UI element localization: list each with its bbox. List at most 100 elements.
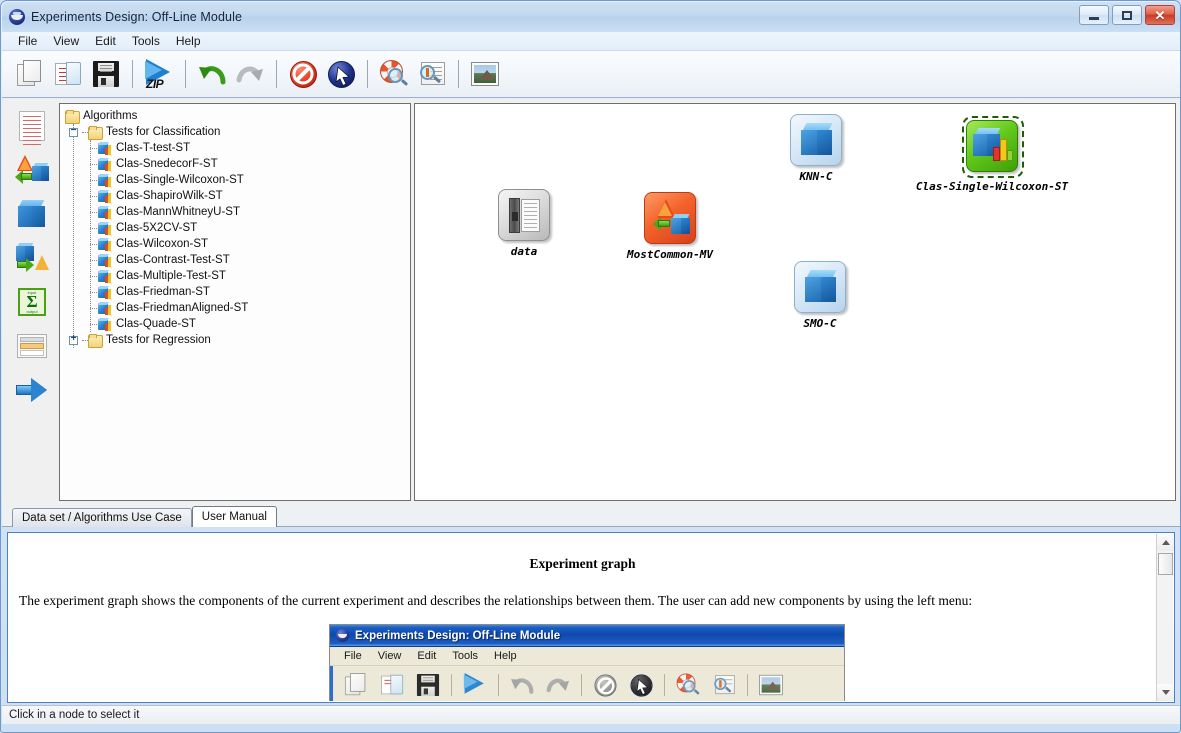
menu-item-tools[interactable]: Tools	[124, 32, 168, 50]
tree-group-tests-for-regression[interactable]: + Tests for Regression	[60, 332, 410, 348]
tree-item-clas-mannwhitneyu-st[interactable]: Clas-MannWhitneyU-ST	[60, 204, 410, 220]
forbidden-delete-icon	[588, 670, 622, 700]
report-preview-icon	[707, 670, 741, 700]
graph-node-label: SMO-C	[803, 317, 837, 330]
tree-item-clas-shapirowilk-st[interactable]: Clas-ShapiroWilk-ST	[60, 188, 410, 204]
redo-arrow-icon	[541, 670, 575, 700]
open-folder-icon	[375, 670, 409, 700]
menu-item-help[interactable]: Help	[168, 32, 209, 50]
tree-item-clas-t-test-st[interactable]: Clas-T-test-ST	[60, 140, 410, 156]
palette-preprocess-button[interactable]	[12, 151, 52, 189]
menu-item-view[interactable]: View	[45, 32, 87, 50]
main-toolbar: ZIP	[2, 51, 1180, 98]
tree-item-clas-contrast-test-st[interactable]: Clas-Contrast-Test-ST	[60, 252, 410, 268]
cube-to-cone-icon	[15, 243, 49, 273]
dataset-document-icon	[19, 111, 45, 145]
embedded-window-title: Experiments Design: Off-Line Module	[355, 629, 561, 642]
palette-statistical-button[interactable]: input Σoutput	[12, 283, 52, 321]
tree-item-clas-friedmanaligned-st[interactable]: Clas-FriedmanAligned-ST	[60, 300, 410, 316]
lifering-help-icon	[379, 60, 409, 88]
tree-label: Algorithms	[83, 110, 138, 122]
graph-node-label: KNN-C	[799, 170, 833, 183]
scroll-down-button[interactable]	[1157, 684, 1174, 701]
close-button[interactable]: ✕	[1145, 5, 1175, 25]
save-experiment-button[interactable]	[87, 54, 125, 94]
tree-item-clas-wilcoxon-st[interactable]: Clas-Wilcoxon-ST	[60, 236, 410, 252]
tree-item-clas-quade-st[interactable]: Clas-Quade-ST	[60, 316, 410, 332]
tree-expander-collapse-icon[interactable]: −	[69, 126, 78, 137]
dataset-node-icon	[498, 189, 550, 241]
menu-bar: File View Edit Tools Help	[2, 32, 1180, 51]
pointer-select-icon	[327, 60, 355, 88]
palette-postprocess-button[interactable]	[12, 239, 52, 277]
window-controls: ✕	[1079, 5, 1175, 25]
floppy-save-icon	[411, 670, 445, 700]
tree-expander-expand-icon[interactable]: +	[69, 334, 78, 345]
maximize-button[interactable]	[1112, 5, 1142, 25]
pointer-select-icon	[624, 670, 658, 700]
folder-icon	[65, 110, 80, 124]
select-pointer-button[interactable]	[322, 54, 360, 94]
export-zip-button[interactable]: ZIP	[140, 54, 178, 94]
palette-method-button[interactable]	[12, 195, 52, 233]
delete-button[interactable]	[284, 54, 322, 94]
open-experiment-button[interactable]	[49, 54, 87, 94]
tree-label: Tests for Classification	[106, 126, 221, 138]
chevron-up-icon	[1161, 540, 1170, 545]
preview-report-button[interactable]	[413, 54, 451, 94]
status-bar: Click in a node to select it	[2, 705, 1180, 724]
method-node-icon	[790, 114, 842, 166]
scrollbar-thumb[interactable]	[1158, 553, 1173, 575]
manual-heading: Experiment graph	[529, 556, 636, 571]
report-preview-icon	[418, 61, 447, 88]
toolbar-separator	[581, 674, 582, 696]
scroll-up-button[interactable]	[1157, 534, 1174, 551]
help-button[interactable]	[375, 54, 413, 94]
window-title: Experiments Design: Off-Line Module	[31, 10, 243, 24]
image-export-button[interactable]	[466, 54, 504, 94]
title-bar: Experiments Design: Off-Line Module ✕	[2, 2, 1180, 32]
statistical-test-icon	[98, 221, 112, 235]
status-message: Click in a node to select it	[9, 709, 140, 721]
tab-user-manual[interactable]: User Manual	[191, 506, 277, 527]
statistical-test-icon	[98, 301, 112, 315]
embedded-menu-item-tools: Tools	[452, 650, 479, 662]
open-folder-icon	[54, 60, 82, 88]
tree-item-clas-5x2cv-st[interactable]: Clas-5X2CV-ST	[60, 220, 410, 236]
graph-node-label: Clas-Single-Wilcoxon-ST	[915, 180, 1069, 193]
app-globe-icon	[336, 629, 349, 642]
app-globe-icon	[9, 9, 25, 25]
tree-item-clas-snedecorf-st[interactable]: Clas-SnedecorF-ST	[60, 156, 410, 172]
tree-item-clas-single-wilcoxon-st[interactable]: Clas-Single-Wilcoxon-ST	[60, 172, 410, 188]
statistical-test-icon	[98, 253, 112, 267]
algorithms-tree-panel[interactable]: Algorithms − Tests for Classification Cl…	[59, 103, 411, 501]
tree-group-tests-for-classification[interactable]: − Tests for Classification	[60, 124, 410, 140]
new-experiment-button[interactable]	[11, 54, 49, 94]
palette-dataset-button[interactable]	[12, 107, 52, 145]
new-document-icon	[17, 60, 43, 88]
menu-item-edit[interactable]: Edit	[87, 32, 124, 50]
palette-connection-button[interactable]	[12, 371, 52, 409]
toolbar-separator	[367, 60, 368, 88]
experiment-graph-canvas[interactable]: data MostCommon-MV KNN-C Clas-Single-Wil…	[414, 103, 1176, 501]
toolbar-separator	[276, 60, 277, 88]
statistical-test-icon	[98, 141, 112, 155]
toolbar-separator	[451, 674, 452, 696]
tree-label: Clas-ShapiroWilk-ST	[116, 190, 223, 202]
tree-item-clas-friedman-st[interactable]: Clas-Friedman-ST	[60, 284, 410, 300]
tree-item-clas-multiple-test-st[interactable]: Clas-Multiple-Test-ST	[60, 268, 410, 284]
toolbar-separator	[664, 674, 665, 696]
tree-label: Clas-SnedecorF-ST	[116, 158, 218, 170]
minimize-button[interactable]	[1079, 5, 1109, 25]
statistical-test-node-icon	[962, 116, 1024, 178]
embedded-menu-item-edit: Edit	[417, 650, 437, 662]
undo-button[interactable]	[193, 54, 231, 94]
tree-root-algorithms[interactable]: Algorithms	[60, 108, 410, 124]
tab-data-set-algorithms-use-case[interactable]: Data set / Algorithms Use Case	[12, 508, 192, 527]
application-window: Experiments Design: Off-Line Module ✕ Fi…	[0, 0, 1181, 733]
manual-scrollbar[interactable]	[1156, 534, 1174, 701]
forbidden-delete-icon	[289, 60, 317, 88]
palette-visualization-button[interactable]	[12, 327, 52, 365]
redo-button[interactable]	[231, 54, 269, 94]
menu-item-file[interactable]: File	[10, 32, 45, 50]
